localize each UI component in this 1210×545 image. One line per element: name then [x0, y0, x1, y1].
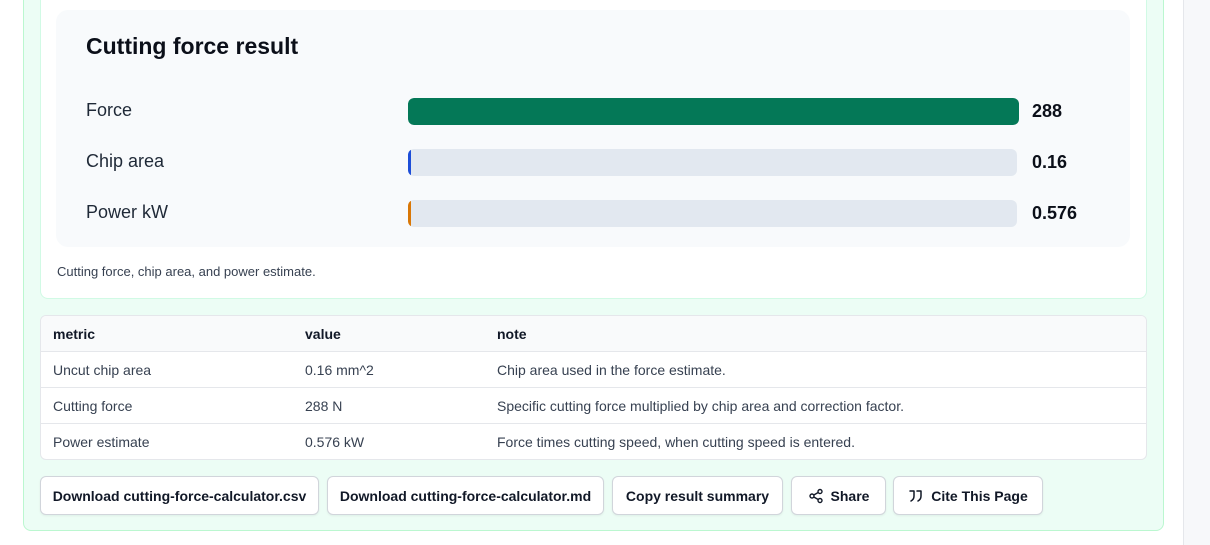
download-md-label: Download cutting-force-calculator.md [339, 487, 592, 504]
results-table: metric value note Uncut chip area 0.16 m… [40, 315, 1147, 460]
cell-value: 0.576 kW [305, 434, 365, 450]
download-csv-label: Download cutting-force-calculator.csv [52, 487, 307, 504]
share-icon [808, 488, 824, 504]
chart-title: Cutting force result [86, 33, 299, 59]
bar-track-power [408, 200, 1017, 227]
table-row: Cutting force 288 N Specific cutting for… [41, 388, 1146, 424]
cell-note: Force times cutting speed, when cutting … [497, 434, 855, 450]
chart-caption: Cutting force, chip area, and power esti… [57, 264, 316, 279]
cite-label: Cite This Page [931, 487, 1028, 504]
table-row: Power estimate 0.576 kW Force times cutt… [41, 424, 1146, 459]
cell-note: Chip area used in the force estimate. [497, 362, 726, 378]
cell-note: Specific cutting force multiplied by chi… [497, 398, 904, 414]
share-button[interactable]: Share [791, 476, 886, 515]
column-header-note: note [497, 326, 527, 342]
table-row: Uncut chip area 0.16 mm^2 Chip area used… [41, 352, 1146, 388]
bar-label-force: Force [86, 100, 133, 120]
copy-result-summary-button[interactable]: Copy result summary [612, 476, 783, 515]
table-header-row: metric value note [41, 316, 1146, 352]
bar-chip-area [408, 149, 411, 176]
cell-value: 288 N [305, 398, 343, 414]
cell-metric: Cutting force [53, 398, 133, 414]
bar-force [408, 98, 1019, 125]
download-csv-button[interactable]: Download cutting-force-calculator.csv [40, 476, 319, 515]
quote-icon [908, 488, 924, 504]
copy-summary-label: Copy result summary [625, 487, 770, 504]
column-header-metric: metric [53, 326, 96, 342]
cell-metric: Uncut chip area [53, 362, 152, 378]
bar-value-power: 0.576 [1032, 203, 1078, 223]
bar-track-chip-area [408, 149, 1017, 176]
bar-power [408, 200, 411, 227]
bar-label-chip-area: Chip area [86, 151, 165, 171]
bar-label-power: Power kW [86, 202, 169, 222]
right-rail [1183, 0, 1210, 545]
cell-value: 0.16 mm^2 [305, 362, 374, 378]
bar-track-force [408, 98, 1019, 125]
download-md-button[interactable]: Download cutting-force-calculator.md [327, 476, 604, 515]
bar-value-chip-area: 0.16 [1032, 152, 1068, 172]
cell-metric: Power estimate [53, 434, 150, 450]
bar-value-force: 288 [1032, 101, 1063, 121]
column-header-value: value [305, 326, 341, 342]
cite-this-page-button[interactable]: Cite This Page [893, 476, 1043, 515]
share-label: Share [830, 487, 870, 504]
